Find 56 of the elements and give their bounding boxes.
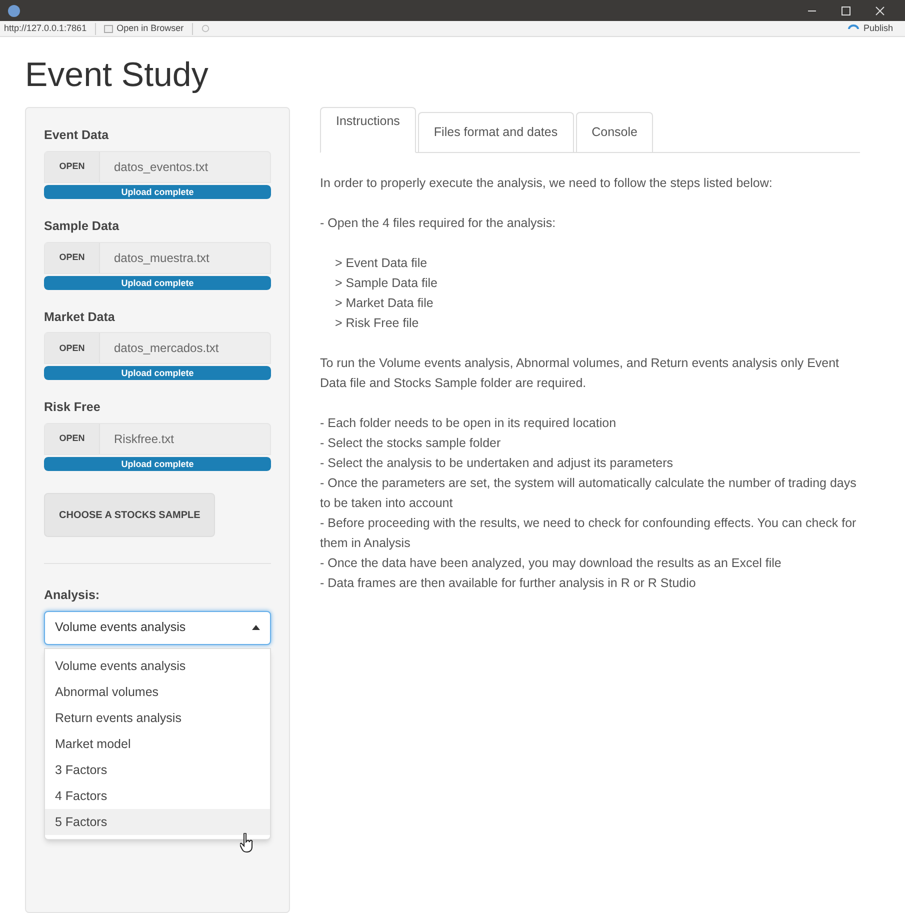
input-label: Event Data <box>44 127 110 144</box>
publish-button[interactable]: Publish <box>848 22 893 36</box>
file-name: datos_eventos.txt <box>113 158 210 176</box>
tab[interactable]: Console <box>576 112 654 152</box>
instruction-line: > Risk Free file <box>334 315 420 332</box>
app-icon <box>8 4 20 16</box>
instruction-line: - Before proceeding with the results, we need to check for confounding effects. You can check for them in Analysis <box>320 515 858 552</box>
tab[interactable]: Instructions <box>320 107 416 153</box>
open-button[interactable]: OPEN <box>45 424 100 454</box>
instruction-line: > Sample Data file <box>334 275 438 292</box>
progress-text: Upload complete <box>120 186 195 199</box>
dropdown-option[interactable]: 5 Factors <box>45 808 270 835</box>
open-in-browser-button[interactable]: Open in Browser <box>104 22 184 36</box>
dropdown-option[interactable]: Market model <box>45 730 270 757</box>
input-label: Risk Free <box>44 399 102 416</box>
input-label: Market Data <box>44 308 116 326</box>
instruction-line: > Event Data file <box>334 255 428 272</box>
file-name: datos_muestra.txt <box>113 250 210 266</box>
page-title: Event Study <box>25 55 210 96</box>
file-input-field[interactable]: OPEN datos_mercados.txt <box>44 332 271 364</box>
progress-text: Upload complete <box>120 458 195 471</box>
browser-icon <box>104 24 113 32</box>
maximize-icon[interactable] <box>841 6 851 16</box>
analysis-select[interactable]: Volume events analysis <box>44 610 271 645</box>
instruction-line: To run the Volume events analysis, Abnormal volumes, and Return events analysis only Event Data file and Stocks Sample folder are required. <box>320 355 840 392</box>
instruction-line: - Each folder needs to be open in its required location <box>320 415 618 432</box>
dropdown-option[interactable]: Return events analysis <box>45 704 270 731</box>
dropdown-option[interactable]: Volume events analysis <box>45 652 270 679</box>
instruction-line: - Select the analysis to be undertaken and adjust its parameters <box>320 455 674 472</box>
instruction-line: > Market Data file <box>334 295 434 312</box>
choose-sample-button[interactable]: CHOOSE A STOCKS SAMPLE <box>44 493 216 537</box>
tab[interactable]: Files format and dates <box>418 112 574 152</box>
instruction-line: - Open the 4 files required for the analysis: <box>320 215 557 232</box>
file-input-field[interactable]: OPEN datos_eventos.txt <box>44 150 271 183</box>
instruction-line: - Once the data have been analyzed, you may download the results as an Excel file <box>320 555 782 572</box>
open-button[interactable]: OPEN <box>45 242 100 272</box>
file-input-field[interactable]: OPEN datos_muestra.txt <box>44 242 271 274</box>
dropdown-option[interactable]: 3 Factors <box>45 756 270 783</box>
caret-up-icon <box>252 625 260 630</box>
file-name: datos_mercados.txt <box>113 340 220 358</box>
instruction-line: In order to properly execute the analysis, we need to follow the steps listed below: <box>320 175 774 192</box>
dropdown-option[interactable]: 4 Factors <box>45 782 270 809</box>
progress-text: Upload complete <box>120 276 195 290</box>
url-text: http://127.0.0.1:7861 <box>4 22 87 35</box>
progress-text: Upload complete <box>120 367 195 380</box>
input-label: Sample Data <box>44 218 120 235</box>
file-input-field[interactable]: OPEN Riskfree.txt <box>44 423 271 455</box>
instruction-line: - Select the stocks sample folder <box>320 435 502 452</box>
close-icon[interactable] <box>875 6 885 16</box>
dropdown-option[interactable]: Abnormal volumes <box>45 678 270 705</box>
open-button[interactable]: OPEN <box>45 333 100 364</box>
instruction-line: - Data frames are then available for further analysis in R or R Studio <box>320 575 697 592</box>
analysis-label: Analysis: <box>44 587 101 604</box>
open-button[interactable]: OPEN <box>45 152 100 182</box>
file-name: Riskfree.txt <box>113 431 176 448</box>
instruction-line: - Once the parameters are set, the system will automatically calculate the number of trading days to be taken into account <box>320 475 858 512</box>
